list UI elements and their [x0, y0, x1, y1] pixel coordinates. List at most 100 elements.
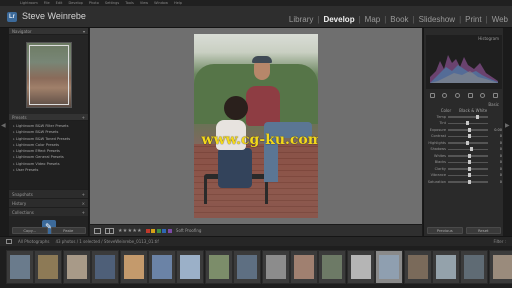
slider-knob[interactable]: [468, 153, 471, 158]
copy-button[interactable]: Copy...: [12, 227, 48, 234]
slider-knob[interactable]: [476, 114, 479, 119]
treatment-color[interactable]: Color: [441, 108, 451, 113]
snapshots-header[interactable]: Snapshots +: [9, 189, 88, 198]
collapse-icon[interactable]: ▾: [83, 29, 85, 34]
filmstrip-thumbnail[interactable]: [233, 250, 262, 284]
slider-value[interactable]: 0: [490, 134, 502, 138]
slider-track[interactable]: [448, 166, 488, 171]
slider-track[interactable]: [448, 160, 488, 164]
filmstrip-thumbnail[interactable]: [204, 250, 233, 284]
clear-history-icon[interactable]: ×: [82, 201, 85, 206]
slider-value[interactable]: 0: [490, 154, 502, 158]
slider-track[interactable]: [448, 140, 488, 145]
module-book[interactable]: Book: [390, 15, 408, 24]
filmstrip-thumbnail[interactable]: [432, 250, 460, 284]
color-label-swatch[interactable]: [162, 228, 167, 233]
history-header[interactable]: History ×: [9, 198, 88, 207]
navigator-header[interactable]: Navigator ▾: [9, 28, 88, 35]
module-web[interactable]: Web: [492, 15, 508, 24]
filmstrip-thumbnail[interactable]: [176, 250, 205, 284]
left-panel-buttons: Copy... Paste: [9, 227, 89, 234]
color-label-swatch[interactable]: [145, 228, 150, 233]
filmstrip-thumbnail[interactable]: [62, 250, 91, 284]
slider-track[interactable]: [448, 134, 488, 138]
filmstrip-source[interactable]: All Photographs: [18, 239, 49, 244]
slider-knob[interactable]: [468, 134, 471, 138]
radial-filter-icon[interactable]: [480, 92, 486, 98]
slider-value[interactable]: 0: [490, 173, 502, 177]
crop-tool-icon[interactable]: [429, 92, 435, 98]
slider-track[interactable]: [448, 147, 488, 151]
main-photo[interactable]: www.cg-ku.com: [194, 34, 318, 218]
slider-knob[interactable]: [466, 140, 469, 145]
basic-section: Basic Color Black & White Temp Tint Exposu…: [426, 102, 502, 185]
red-eye-icon[interactable]: [455, 92, 461, 98]
slider-value[interactable]: 0: [490, 167, 502, 171]
filmstrip-thumbnail[interactable]: [318, 250, 347, 284]
collections-header[interactable]: Collections +: [9, 207, 88, 216]
slider-track[interactable]: [448, 153, 488, 158]
slider-value[interactable]: 0.00: [490, 128, 502, 132]
paste-button[interactable]: Paste: [50, 227, 86, 234]
filmstrip-thumbnail[interactable]: [34, 250, 63, 284]
spot-removal-icon[interactable]: [442, 92, 448, 98]
basic-sliders: Temp Tint Exposure 0.00 Contrast 0 Highlights 0…: [426, 114, 502, 186]
filmstrip-thumbnail[interactable]: [91, 250, 120, 284]
adjustment-brush-icon[interactable]: [493, 92, 499, 98]
slider-value[interactable]: 0: [490, 180, 502, 184]
slider-track[interactable]: [448, 121, 488, 125]
filmstrip-thumbnail[interactable]: [346, 250, 375, 284]
color-label-swatch[interactable]: [167, 228, 172, 233]
slider-knob[interactable]: [468, 127, 471, 132]
reset-button[interactable]: Reset: [465, 227, 501, 234]
image-display-area: www.cg-ku.com: [90, 28, 422, 224]
module-develop[interactable]: Develop: [323, 15, 354, 24]
filmstrip-thumbnail[interactable]: [290, 250, 318, 284]
slider-track[interactable]: [448, 173, 488, 177]
filmstrip-thumbnail[interactable]: [460, 250, 489, 284]
filter-label[interactable]: Filter :: [493, 239, 506, 244]
slider-knob[interactable]: [468, 166, 471, 171]
slider-knob[interactable]: [468, 160, 471, 164]
module-slideshow[interactable]: Slideshow: [419, 15, 455, 24]
treatment-bw[interactable]: Black & White: [459, 108, 487, 113]
add-collection-icon[interactable]: +: [82, 210, 85, 215]
slider-track[interactable]: [448, 127, 488, 132]
star-rating[interactable]: ★★★★★: [118, 228, 142, 234]
loupe-view-icon[interactable]: [94, 227, 101, 234]
navigator-preview[interactable]: [9, 35, 88, 114]
soft-proofing-toggle[interactable]: Soft Proofing: [176, 228, 202, 233]
secondary-window-icon[interactable]: [6, 239, 12, 244]
navigator-view-rect[interactable]: [28, 44, 69, 105]
filmstrip-thumbnail[interactable]: [119, 250, 148, 284]
before-after-view-icon[interactable]: [105, 227, 114, 234]
slider-value[interactable]: 0: [490, 160, 502, 164]
preset-folder[interactable]: User Presets: [13, 167, 84, 173]
slider-value[interactable]: 0: [490, 147, 502, 151]
filmstrip-thumbnail[interactable]: [403, 250, 432, 284]
slider-knob[interactable]: [468, 179, 471, 184]
slider-track[interactable]: [448, 179, 488, 184]
slider-value[interactable]: 0: [490, 141, 502, 145]
left-panel-toggle-icon[interactable]: ◀: [1, 122, 7, 129]
add-snapshot-icon[interactable]: +: [82, 192, 85, 197]
module-map[interactable]: Map: [365, 15, 381, 24]
module-print[interactable]: Print: [465, 15, 481, 24]
filmstrip-thumbnail[interactable]: [261, 250, 290, 284]
color-label-swatch[interactable]: [151, 228, 156, 233]
color-label-swatch[interactable]: [156, 228, 161, 233]
module-library[interactable]: Library: [289, 15, 313, 24]
right-panel-toggle-icon[interactable]: ▶: [505, 122, 511, 129]
slider-knob[interactable]: [468, 173, 471, 177]
slider-track[interactable]: [448, 114, 488, 119]
slider-knob[interactable]: [470, 147, 473, 151]
filmstrip-thumbnail[interactable]: [6, 250, 34, 284]
graduated-filter-icon[interactable]: [467, 92, 473, 98]
filmstrip-thumbnail[interactable]: [375, 250, 404, 284]
filmstrip-thumbnail[interactable]: [488, 250, 512, 284]
filmstrip-thumbnail[interactable]: [148, 250, 176, 284]
slider-knob[interactable]: [466, 121, 469, 125]
previous-button[interactable]: Previous: [427, 227, 463, 234]
add-preset-icon[interactable]: +: [82, 115, 85, 120]
presets-header[interactable]: Presets +: [9, 114, 88, 121]
